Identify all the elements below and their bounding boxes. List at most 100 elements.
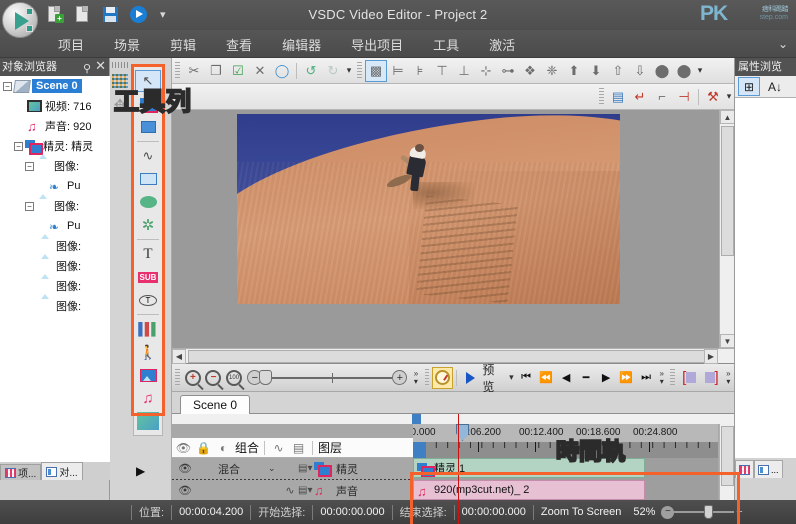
tools-button[interactable]: ⚒ [702, 86, 724, 108]
tree-expander[interactable]: − [3, 81, 12, 91]
subtract-button[interactable]: ⬤ [673, 60, 695, 82]
tree-node-5[interactable]: ❧ Pu [0, 176, 110, 196]
clock-icon[interactable] [432, 366, 453, 389]
app-logo-orb[interactable] [2, 2, 38, 38]
fast-forward-button[interactable]: ⏩ [616, 368, 636, 388]
tree-node-4[interactable]: − 图像: [0, 156, 110, 176]
levels-icon[interactable]: ▤ [290, 440, 307, 456]
run-project-icon[interactable] [128, 4, 148, 24]
tree-expander[interactable]: − [14, 141, 23, 151]
callout-tool[interactable]: T [135, 289, 161, 311]
spline-tool[interactable]: ∿ [135, 145, 161, 167]
human-tool[interactable]: 🚶 [135, 341, 161, 363]
tree-node-0[interactable]: − Scene 0 [0, 76, 110, 96]
timeline-start-marker[interactable] [412, 414, 421, 424]
toolbar-grip[interactable] [357, 61, 362, 80]
send-to-back-button[interactable]: ⇩ [629, 60, 651, 82]
preview-vertical-scrollbar[interactable]: ▲ ▼ [719, 110, 735, 348]
status-zoom-minus-button[interactable]: − [661, 505, 675, 519]
go-to-start-button[interactable]: ⏮ [516, 368, 536, 388]
timeline-zoom-slider[interactable]: − + [247, 370, 408, 385]
video-preview-canvas[interactable] [237, 114, 620, 304]
freeform-tool[interactable]: ✲ [135, 214, 161, 236]
track-visibility-icon[interactable]: 👁 [172, 462, 198, 475]
menu-item-6[interactable]: 工具 [433, 35, 459, 54]
toolbar-grip[interactable] [599, 87, 604, 106]
track-levels-icon[interactable]: ▤▾ [298, 463, 312, 474]
toolbar-caret-icon[interactable]: ▾ [724, 91, 734, 102]
track-blend-chevron-icon[interactable]: ⌄ [268, 463, 282, 474]
properties-list[interactable] [735, 98, 796, 458]
toolbar-caret-icon[interactable]: ▾ [695, 65, 705, 76]
preview-label[interactable]: 预览 [482, 361, 504, 395]
tree-node-1[interactable]: 视频: 716 [0, 96, 110, 116]
zoom-slider-plus-button[interactable]: + [392, 370, 408, 385]
rectangle-tool[interactable] [135, 168, 161, 190]
delete-button[interactable]: ✕ [249, 60, 271, 82]
group-button[interactable]: ❖ [519, 60, 541, 82]
crop-button[interactable]: ⌐ [651, 86, 673, 108]
bring-forward-button[interactable]: ⬆ [563, 60, 585, 82]
rewind-button[interactable]: ⏪ [536, 368, 556, 388]
categorized-view-button[interactable]: ⊞ [738, 77, 760, 96]
ungroup-button[interactable]: ❈ [541, 60, 563, 82]
status-zoom-slider[interactable]: − + [661, 505, 744, 519]
align-bottom-button[interactable]: ⊥ [453, 60, 475, 82]
object-browser-tab-0[interactable]: 项... [0, 464, 42, 480]
track-waveform-icon[interactable]: ∿ [282, 484, 298, 497]
preview-hscroll-thumb[interactable] [188, 350, 708, 363]
menu-item-3[interactable]: 查看 [226, 35, 252, 54]
status-zoom-knob[interactable] [704, 505, 714, 519]
go-to-end-button[interactable]: ⏭ [636, 368, 656, 388]
transform-button[interactable]: ▩ [365, 59, 387, 82]
paste-button[interactable]: ☑ [227, 60, 249, 82]
tree-node-10[interactable]: 图像: [0, 276, 110, 296]
waveform-icon[interactable]: ∿ [270, 440, 287, 456]
preview-vscroll-thumb[interactable] [721, 126, 734, 256]
timeline-vscroll-thumb[interactable] [721, 426, 734, 486]
split-button[interactable]: ⊣ [673, 86, 695, 108]
audio-track-clip[interactable]: ♫ 920(mp3cut.net)_ 2 [413, 480, 645, 500]
lock-icon[interactable]: 🔒 [195, 440, 212, 456]
preview-play-button[interactable] [460, 367, 481, 389]
mask-icon[interactable]: ◐ [215, 440, 232, 456]
close-icon[interactable]: ✕ [95, 59, 106, 73]
align-top-button[interactable]: ⊤ [431, 60, 453, 82]
tree-expander[interactable]: − [25, 201, 34, 211]
scroll-down-arrow-icon[interactable]: ▼ [720, 334, 735, 348]
tool-palette-scroll-arrow[interactable]: ▶ [136, 464, 145, 478]
stop-button[interactable]: ━ [576, 368, 596, 388]
track-levels-icon[interactable]: ▤▾ [298, 485, 312, 496]
video-tool[interactable] [135, 410, 161, 432]
image-tool[interactable] [135, 364, 161, 386]
subtitle-tool[interactable]: SUB [135, 266, 161, 288]
track-visibility-icon[interactable]: 👁 [172, 484, 198, 497]
scroll-right-arrow-icon[interactable]: ▶ [704, 349, 718, 364]
toolbar-grip[interactable] [175, 61, 180, 80]
center-horizontal-button[interactable]: ⊹ [475, 60, 497, 82]
alphabetical-sort-button[interactable]: A↓ [764, 77, 786, 96]
transport-overflow-icon[interactable]: » ▾ [656, 369, 667, 386]
align-right-button[interactable]: ⊧ [409, 60, 431, 82]
effects-list-tab[interactable]: ... [754, 460, 783, 478]
set-in-point-button[interactable]: [ [678, 368, 700, 388]
menu-item-2[interactable]: 剪辑 [170, 35, 196, 54]
timeline-selection-start-marker[interactable] [413, 442, 426, 458]
set-out-point-button[interactable]: ] [700, 368, 722, 388]
menu-item-0[interactable]: 项目 [58, 35, 84, 54]
menu-chevron-down-icon[interactable]: ⌄ [778, 37, 788, 51]
scroll-left-arrow-icon[interactable]: ◀ [172, 349, 186, 364]
send-backward-button[interactable]: ⬇ [585, 60, 607, 82]
zoom-out-icon[interactable]: − [203, 367, 224, 389]
ellipse-tool[interactable] [135, 191, 161, 213]
sprite-track-header[interactable]: 👁 混合 ⌄ ▤▾ 精灵 [172, 458, 413, 479]
previous-frame-button[interactable]: ◀ [556, 368, 576, 388]
chart-tool[interactable]: ▌▌▌ [135, 318, 161, 340]
audio-track-header[interactable]: 👁 ∿ ▤▾ ♫ 声音 [172, 480, 413, 501]
open-project-icon[interactable] [72, 4, 92, 24]
next-frame-button[interactable]: ▶ [596, 368, 616, 388]
bring-to-front-button[interactable]: ⇧ [607, 60, 629, 82]
scene-tab-0[interactable]: Scene 0 [180, 395, 251, 414]
new-project-icon[interactable]: + [44, 4, 64, 24]
toolbar-caret-icon[interactable]: ▾ [344, 65, 354, 76]
